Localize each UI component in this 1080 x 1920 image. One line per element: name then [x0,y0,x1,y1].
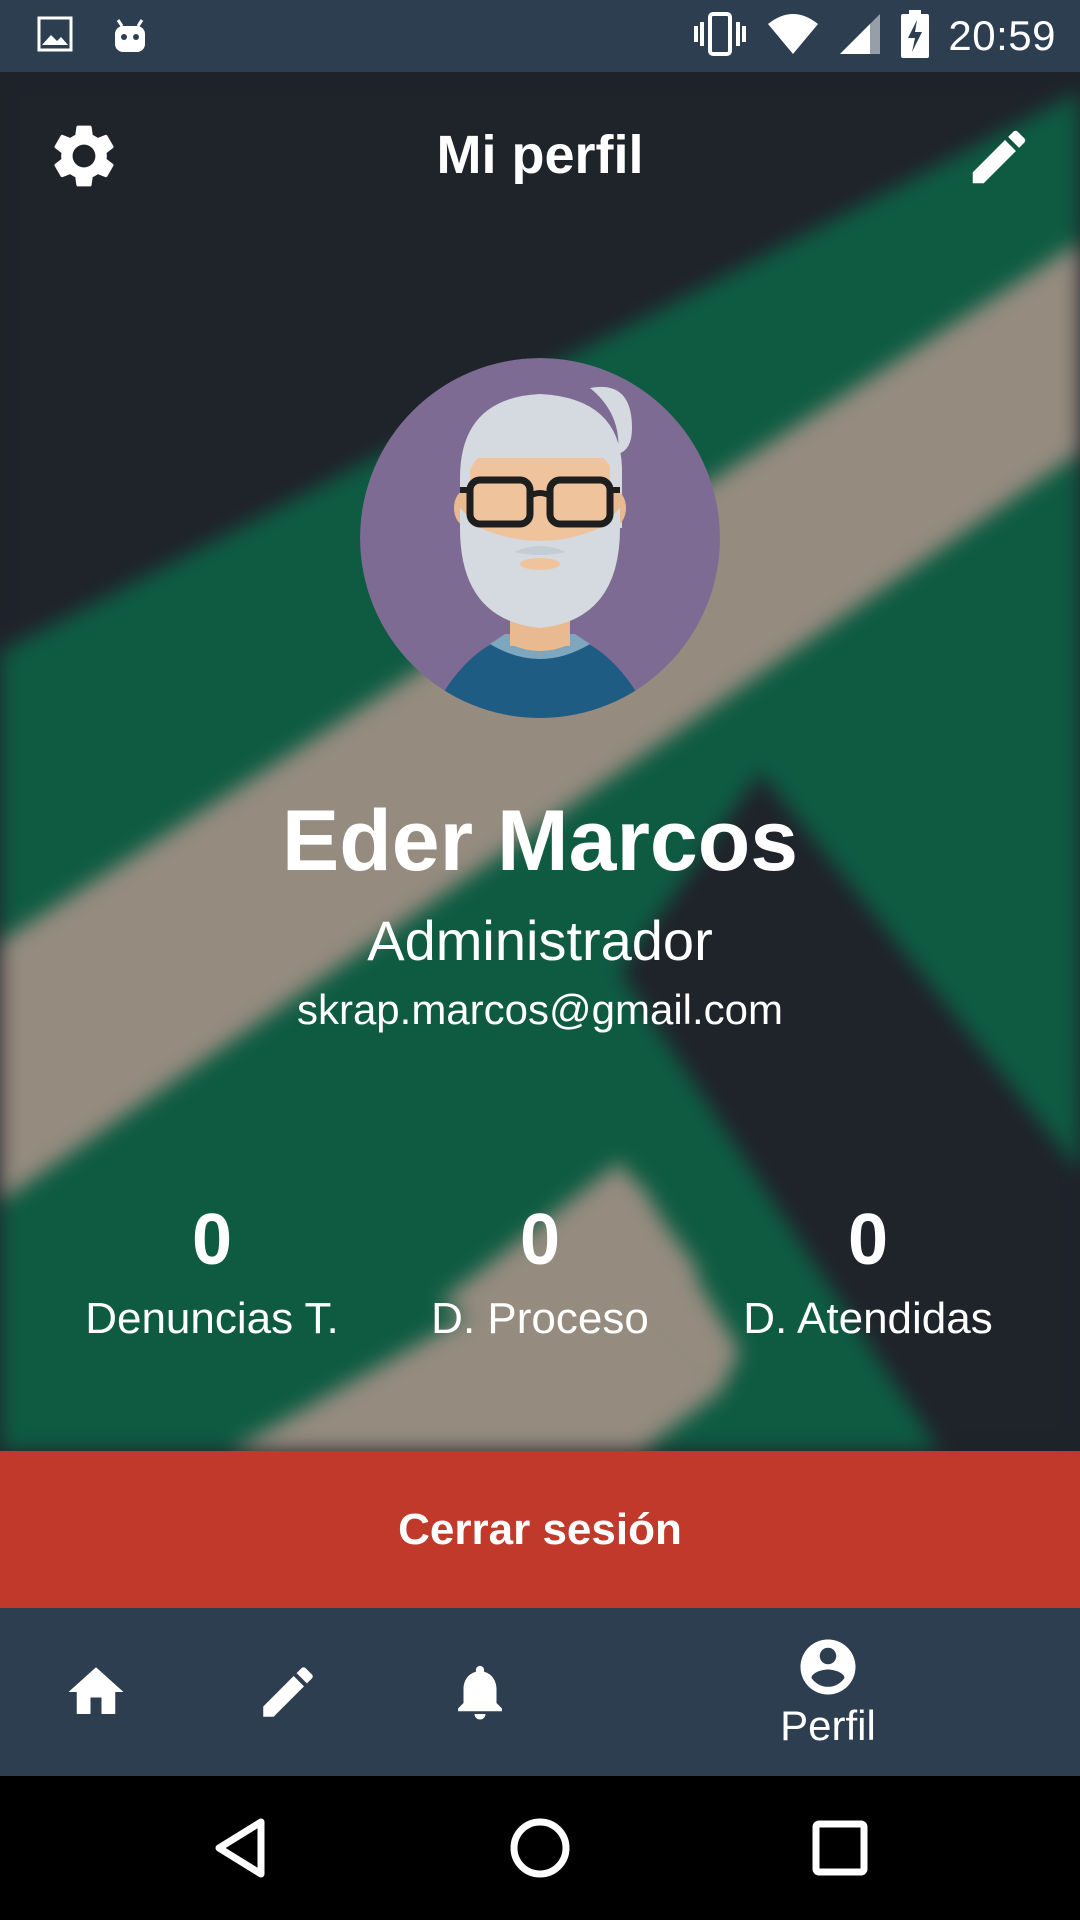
logout-button[interactable]: Cerrar sesión [0,1451,1080,1608]
nav-item-new-report[interactable] [238,1608,338,1776]
stat-label: D. Atendidas [743,1294,993,1343]
status-bar: 20:59 [0,0,1080,72]
stat-value: 0 [847,1200,889,1280]
stat-label: D. Proceso [431,1294,649,1343]
stats-row: 0 Denuncias T. 0 D. Proceso 0 D. Atendid… [0,1200,1080,1350]
bell-icon [458,1665,502,1720]
stat-value: 0 [191,1200,233,1280]
nav-item-home[interactable] [46,1608,146,1776]
app-bar: Mi perfil [0,72,1080,242]
stat-denuncias-total: 0 Denuncias T. [42,1200,382,1344]
edit-profile-button[interactable] [964,122,1034,192]
profile-screen: 20:59 Mi perfil Eder Marcos Administrado… [0,0,1080,1920]
home-circle-icon [510,1818,570,1878]
stat-label: Denuncias T. [85,1294,339,1343]
user-email: skrap.marcos@gmail.com [296,986,784,1033]
avatar [360,358,720,718]
nav-item-profile[interactable]: Perfil [748,1608,908,1776]
vibrate-icon [692,10,748,63]
wifi-icon [766,12,820,61]
status-time: 20:59 [948,12,1056,59]
stat-value: 0 [519,1200,561,1280]
page-title: Mi perfil [436,125,644,185]
avatar-illustration [360,358,720,718]
image-icon [36,15,74,58]
system-recents-button[interactable] [790,1798,890,1898]
system-navigation-bar [0,1776,1080,1920]
battery-charging-icon [900,9,930,63]
stat-denuncias-proceso: 0 D. Proceso [370,1200,710,1344]
nav-label-profile: Perfil [780,1702,876,1749]
stat-denuncias-atendidas: 0 D. Atendidas [698,1200,1038,1344]
pencil-icon [263,1667,313,1717]
home-icon [68,1667,124,1714]
system-back-button[interactable] [191,1798,291,1898]
system-home-button[interactable] [490,1798,590,1898]
user-name: Eder Marcos [281,793,799,889]
edit-icon [972,130,1026,184]
nav-item-notifications[interactable] [430,1608,530,1776]
android-icon [110,14,150,59]
user-role: Administrador [367,909,713,972]
bottom-navigation: Perfil [0,1608,1080,1776]
recents-icon [812,1820,868,1876]
signal-icon [838,12,882,61]
account-circle-icon [800,1639,856,1695]
back-icon [215,1818,265,1878]
